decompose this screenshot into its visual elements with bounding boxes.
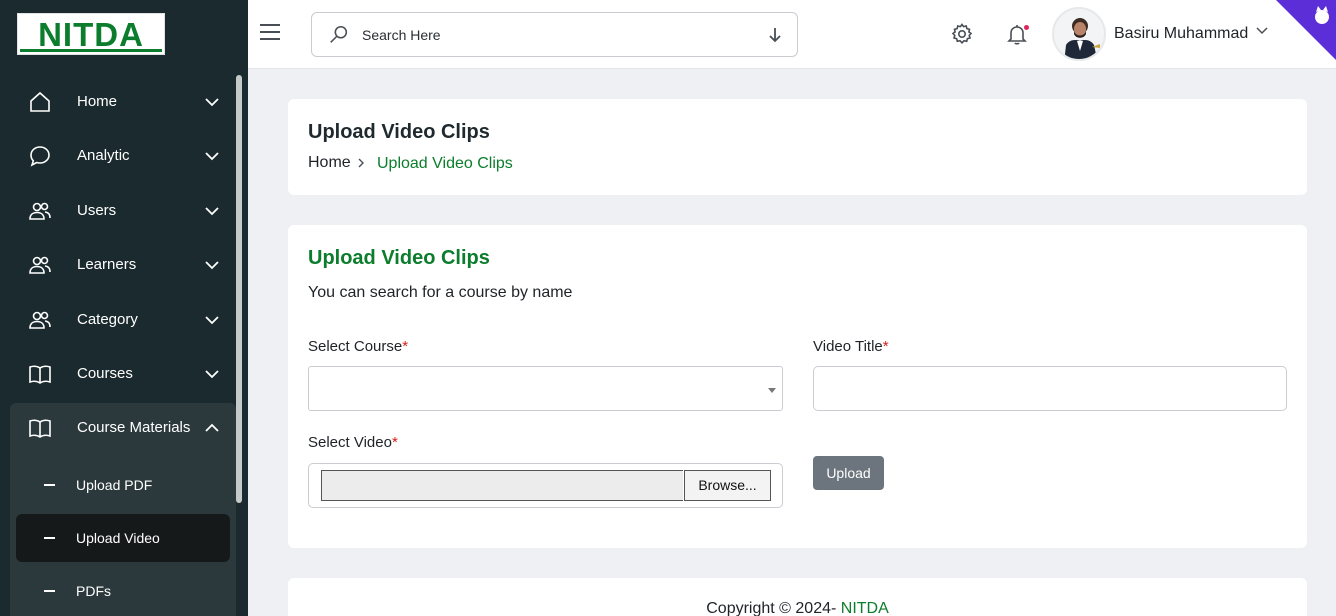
gear-icon[interactable] [950,22,974,46]
chevron-down-icon [205,98,219,107]
avatar[interactable] [1052,7,1106,61]
sidebar-item-label: Courses [77,365,133,382]
user-name[interactable]: Basiru Muhammad [1114,25,1248,43]
label-text: Video Title [813,338,883,355]
select-course-label: Select Course* [308,338,408,355]
sidebar-item-label: Category [77,311,138,328]
users-icon [29,311,51,329]
logo-underline [20,49,162,52]
required-mark: * [391,434,398,451]
chevron-down-icon[interactable] [1256,26,1268,36]
footer-card: Copyright © 2024- NITDA [288,578,1307,616]
required-mark: * [882,338,889,355]
top-header: Search Here Basiru Muhammad [248,0,1336,69]
sidebar-item-users[interactable]: Users [10,186,236,236]
dash-icon [44,484,55,486]
page-header-card: Upload Video Clips Home Upload Video Cli… [288,99,1307,195]
chat-bubble-icon [30,146,50,167]
sidebar: NITDA Home Analytic Users Learners Categ… [0,0,248,616]
browse-button[interactable]: Browse... [684,470,771,501]
search-input[interactable]: Search Here [362,27,441,43]
upload-form-card: Upload Video Clips You can search for a … [288,225,1307,548]
breadcrumb-home[interactable]: Home [308,154,351,172]
breadcrumb-current: Upload Video Clips [377,155,513,172]
submenu-item-pdfs[interactable]: PDFs [16,567,230,615]
required-mark: * [402,338,409,355]
dash-icon [44,590,55,592]
video-title-input[interactable] [813,366,1287,411]
video-file-input[interactable]: Browse... [308,463,783,508]
notification-dot [1024,25,1029,30]
caret-down-icon [768,388,776,393]
sidebar-item-course-materials[interactable]: Course Materials [10,403,236,455]
sidebar-item-label: Learners [77,256,137,273]
label-text: Select Video [308,434,392,451]
copyright-prefix: Copyright © 2024- [706,600,837,616]
chevron-down-icon [205,261,219,270]
submenu-item-upload-pdf[interactable]: Upload PDF [16,461,230,509]
chevron-down-icon [205,370,219,379]
chevron-down-icon [205,316,219,325]
page-title: Upload Video Clips [308,121,490,143]
users-icon [29,256,51,274]
course-materials-submenu: Upload PDF Upload Video PDFs [10,454,236,616]
sidebar-item-label: Analytic [77,147,130,164]
nitda-logo[interactable]: NITDA [17,13,165,55]
submenu-item-label: Upload PDF [76,477,153,493]
sidebar-item-analytic[interactable]: Analytic [10,131,236,181]
sidebar-item-label: Users [77,202,117,219]
upload-button[interactable]: Upload [813,456,884,490]
submenu-item-label: Upload Video [76,530,160,546]
sidebar-item-category[interactable]: Category [10,295,236,345]
chevron-up-icon [205,423,219,432]
file-path-field[interactable] [321,470,683,501]
video-title-label: Video Title* [813,338,889,355]
user-photo-icon [1064,18,1100,59]
form-subtitle: You can search for a course by name [308,284,573,301]
search-bar[interactable]: Search Here [311,12,798,57]
course-select[interactable] [308,366,783,411]
form-title: Upload Video Clips [308,247,490,269]
chevron-down-icon [205,152,219,161]
sidebar-item-learners[interactable]: Learners [10,240,236,290]
github-corner-icon[interactable] [1276,0,1336,60]
book-icon [29,365,51,384]
submenu-item-label: PDFs [76,583,111,599]
sidebar-item-label: Home [77,93,118,110]
sidebar-item-label: Course Materials [77,419,191,436]
arrow-down-icon[interactable] [767,26,783,44]
dash-icon [44,537,55,539]
sidebar-item-courses[interactable]: Courses [10,349,236,399]
book-icon [29,419,51,438]
label-text: Select Course [308,338,403,355]
submenu-item-upload-video[interactable]: Upload Video [16,514,230,562]
copyright-brand-link[interactable]: NITDA [841,600,889,616]
hamburger-menu-icon[interactable] [260,24,280,42]
chevron-right-icon [358,158,364,168]
users-icon [29,202,51,220]
sidebar-item-home[interactable]: Home [10,77,236,127]
search-icon [330,25,348,43]
home-icon [30,91,50,112]
copyright-text: Copyright © 2024- NITDA [288,600,1307,616]
select-video-label: Select Video* [308,434,398,451]
sidebar-scrollbar[interactable] [236,75,242,503]
chevron-down-icon [205,207,219,216]
